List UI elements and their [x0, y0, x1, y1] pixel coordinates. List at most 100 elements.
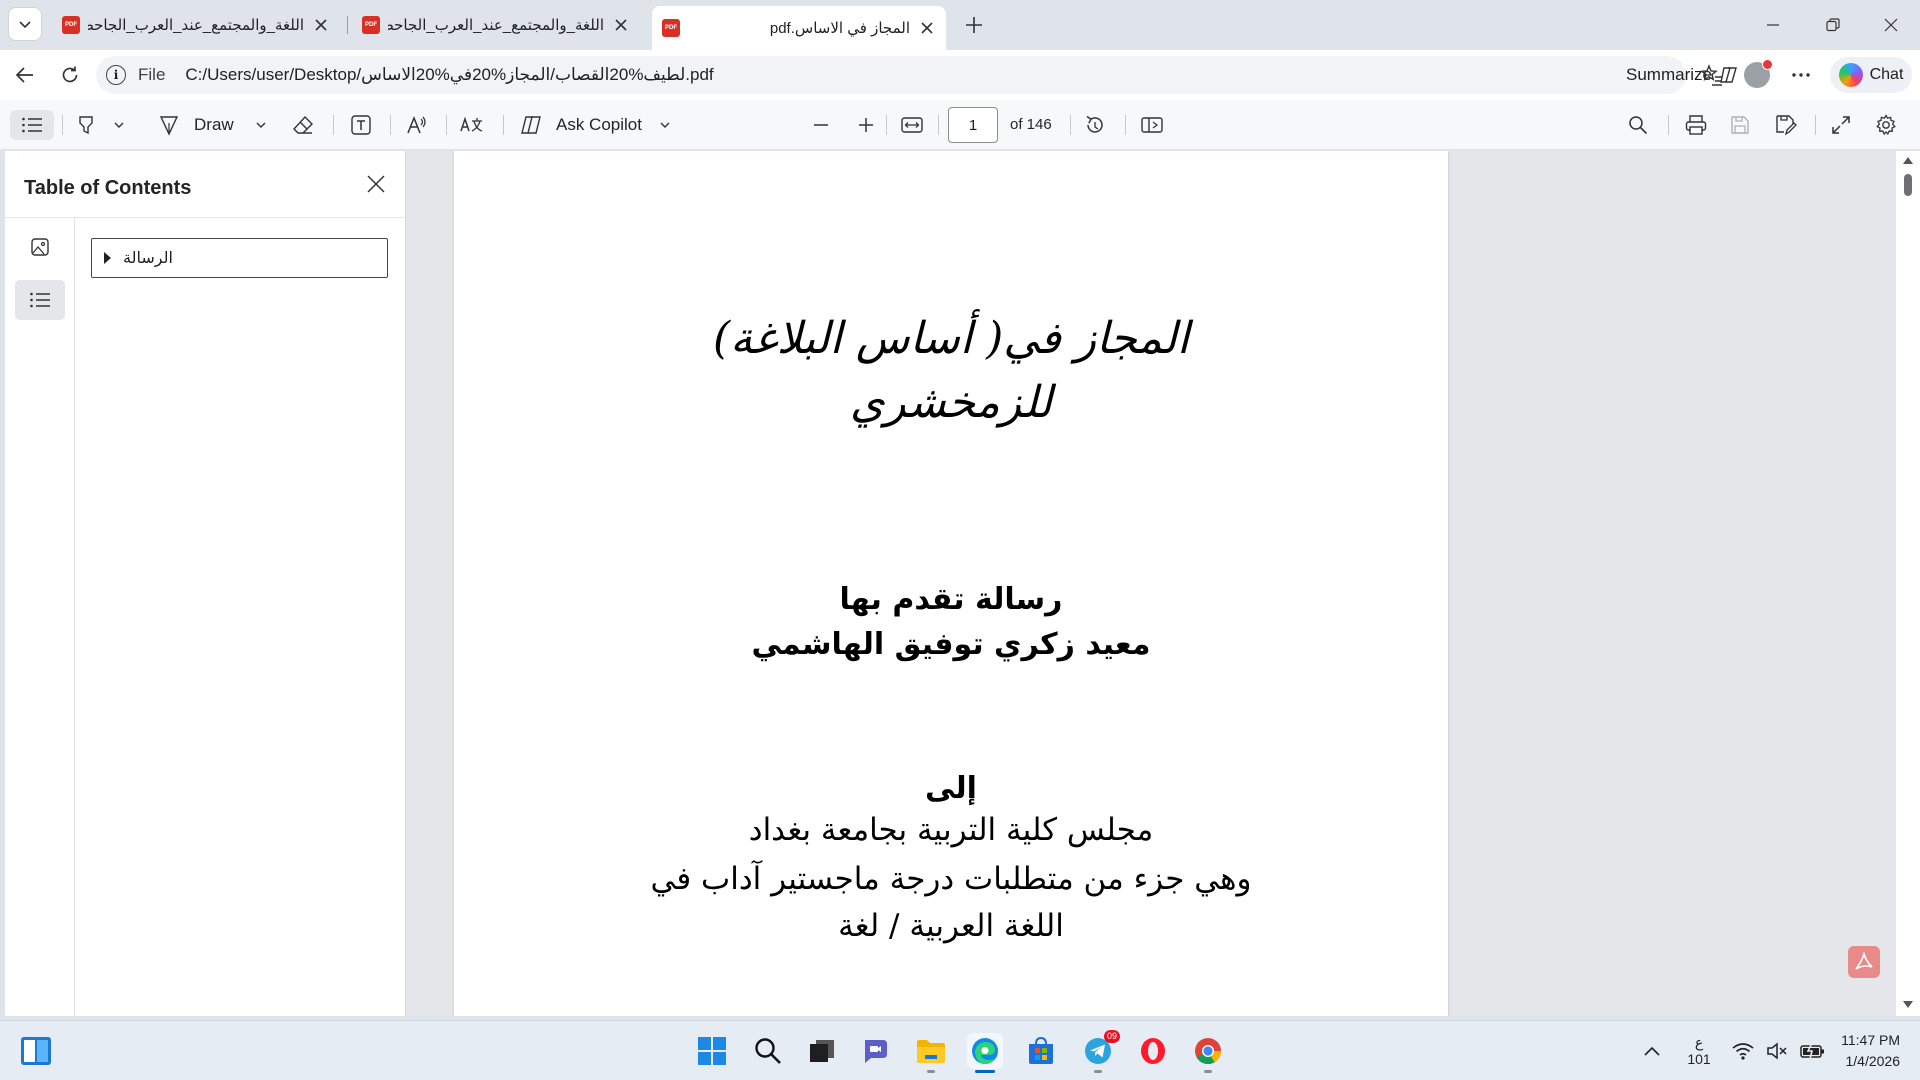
profile-button[interactable] — [1742, 59, 1773, 90]
opera-browser-button[interactable] — [1135, 1033, 1171, 1069]
table-of-contents-toggle[interactable] — [10, 110, 54, 140]
tab-close-button[interactable] — [312, 16, 330, 34]
full-screen-button[interactable] — [1831, 110, 1851, 140]
network-sound-battery-button[interactable] — [1732, 1021, 1826, 1080]
taskbar-search-button[interactable] — [750, 1033, 786, 1069]
favorites-button[interactable] — [1697, 60, 1727, 90]
more-options-button[interactable] — [1786, 60, 1816, 90]
to-label: إلى — [925, 771, 977, 806]
document-viewport[interactable]: المجاز في( أساس البلاغة) للزمخشري رسالة … — [406, 151, 1896, 1016]
toolbar-separator — [1815, 115, 1816, 135]
pdf-file-icon: PDF — [362, 16, 380, 34]
input-language-indicator[interactable]: ع 101 — [1686, 1021, 1712, 1080]
minimize-button[interactable] — [1758, 10, 1788, 40]
site-info-icon[interactable]: i — [106, 65, 126, 85]
running-indicator — [927, 1070, 935, 1073]
refresh-icon — [62, 66, 78, 83]
print-button[interactable] — [1685, 110, 1707, 140]
tab-close-button[interactable] — [612, 16, 630, 34]
pen-draw-icon — [159, 116, 179, 136]
translate-icon — [460, 116, 483, 132]
tab-2[interactable]: PDF اللغة_والمجتمع_عند_العرب_الجاحظ_نـ — [352, 6, 640, 44]
panel-rail — [5, 218, 75, 1016]
gear-icon — [1876, 114, 1896, 136]
search-icon — [755, 1038, 781, 1064]
url-text[interactable]: C:/Users/user/Desktop/لطيف%20القصاب/المج… — [185, 65, 713, 85]
telegram-button[interactable]: 09 — [1080, 1030, 1120, 1073]
council-name: مجلس كلية التربية بجامعة بغداد — [748, 812, 1154, 848]
ask-copilot-label: Ask Copilot — [556, 115, 642, 134]
task-view-icon — [810, 1040, 834, 1062]
tab-actions-menu-button[interactable] — [8, 7, 42, 41]
start-button[interactable] — [694, 1033, 730, 1069]
scheme-label: File — [138, 65, 166, 84]
address-bar[interactable]: i File C:/Users/user/Desktop/لطيف%20القص… — [96, 56, 1770, 94]
toc-item[interactable]: الرسالة — [91, 238, 388, 278]
page-number-input[interactable]: 1 — [948, 107, 998, 143]
chevron-down-icon[interactable] — [254, 118, 268, 132]
tab-title: اللغة_والمجتمع_عند_العرب_الجاحظ_نـ — [388, 17, 604, 34]
add-text-button[interactable] — [350, 110, 372, 140]
taskbar: 09 ع 101 11:47 PM 1/4/2026 — [0, 1020, 1920, 1080]
edge-browser-button[interactable] — [967, 1033, 1003, 1073]
outline-tab[interactable] — [15, 280, 65, 320]
save-button[interactable] — [1730, 110, 1750, 140]
zoom-in-button[interactable] — [857, 110, 875, 140]
chrome-browser-button[interactable] — [1190, 1033, 1226, 1073]
draw-button[interactable]: Draw — [158, 110, 268, 140]
close-icon — [315, 19, 327, 31]
tab-3-active[interactable]: PDF المجاز في الاساس.pdf — [652, 6, 946, 50]
close-icon — [1884, 18, 1898, 32]
edge-logo-icon — [972, 1038, 998, 1064]
windows-logo-icon — [698, 1037, 726, 1065]
chevron-down-icon[interactable] — [112, 118, 126, 132]
expand-arrow-icon[interactable] — [104, 252, 111, 264]
highlighter-icon — [79, 116, 93, 135]
save-as-icon — [1776, 115, 1797, 136]
file-explorer-button[interactable] — [913, 1033, 949, 1073]
chevron-down-icon[interactable] — [658, 118, 672, 132]
folder-icon — [917, 1040, 945, 1063]
save-as-button[interactable] — [1775, 110, 1797, 140]
translate-button[interactable] — [460, 110, 484, 140]
running-indicator — [1094, 1070, 1102, 1073]
new-tab-button[interactable] — [960, 11, 988, 39]
highlight-button[interactable] — [76, 110, 126, 140]
close-panel-button[interactable] — [361, 169, 391, 199]
rotate-icon — [1086, 115, 1103, 133]
pdf-settings-button[interactable] — [1875, 110, 1897, 140]
clock-button[interactable]: 11:47 PM 1/4/2026 — [1830, 1030, 1900, 1072]
refresh-button[interactable] — [55, 60, 85, 90]
rotate-button[interactable] — [1084, 110, 1106, 140]
find-button[interactable] — [1628, 110, 1648, 140]
page-view-button[interactable] — [1140, 110, 1164, 140]
copilot-chat-button[interactable]: Chat — [1830, 57, 1912, 93]
show-hidden-icons-button[interactable] — [1644, 1021, 1660, 1080]
read-aloud-button[interactable] — [406, 110, 428, 140]
ask-copilot-button[interactable]: Ask Copilot — [520, 110, 672, 140]
toolbar-separator — [938, 115, 939, 135]
vertical-scrollbar[interactable] — [1896, 151, 1920, 1016]
scroll-thumb[interactable] — [1904, 174, 1912, 196]
acrobat-extension-button[interactable] — [1848, 946, 1880, 978]
erase-button[interactable] — [292, 110, 314, 140]
teams-meet-button[interactable] — [858, 1033, 894, 1069]
task-view-button[interactable] — [804, 1033, 840, 1069]
fit-to-width-button[interactable] — [900, 110, 924, 140]
restore-button[interactable] — [1818, 10, 1848, 40]
close-window-button[interactable] — [1876, 10, 1906, 40]
thumbnails-tab[interactable] — [15, 227, 65, 267]
scroll-down-icon[interactable] — [1903, 1001, 1913, 1008]
microsoft-store-button[interactable] — [1023, 1033, 1059, 1069]
thesis-title-line-2: للزمخشري — [849, 377, 1053, 428]
scroll-up-icon[interactable] — [1903, 157, 1913, 164]
zoom-out-button[interactable] — [812, 110, 830, 140]
back-button[interactable] — [10, 60, 40, 90]
widgets-button[interactable] — [18, 1033, 54, 1069]
clock-date: 1/4/2026 — [1845, 1053, 1901, 1069]
pdf-file-icon: PDF — [662, 19, 680, 37]
tab-close-button[interactable] — [918, 19, 936, 37]
tab-1[interactable]: PDF اللغة_والمجتمع_عند_العرب_الجاحظ_نـ — [52, 6, 340, 44]
print-icon — [1685, 115, 1707, 135]
active-indicator — [975, 1070, 995, 1073]
